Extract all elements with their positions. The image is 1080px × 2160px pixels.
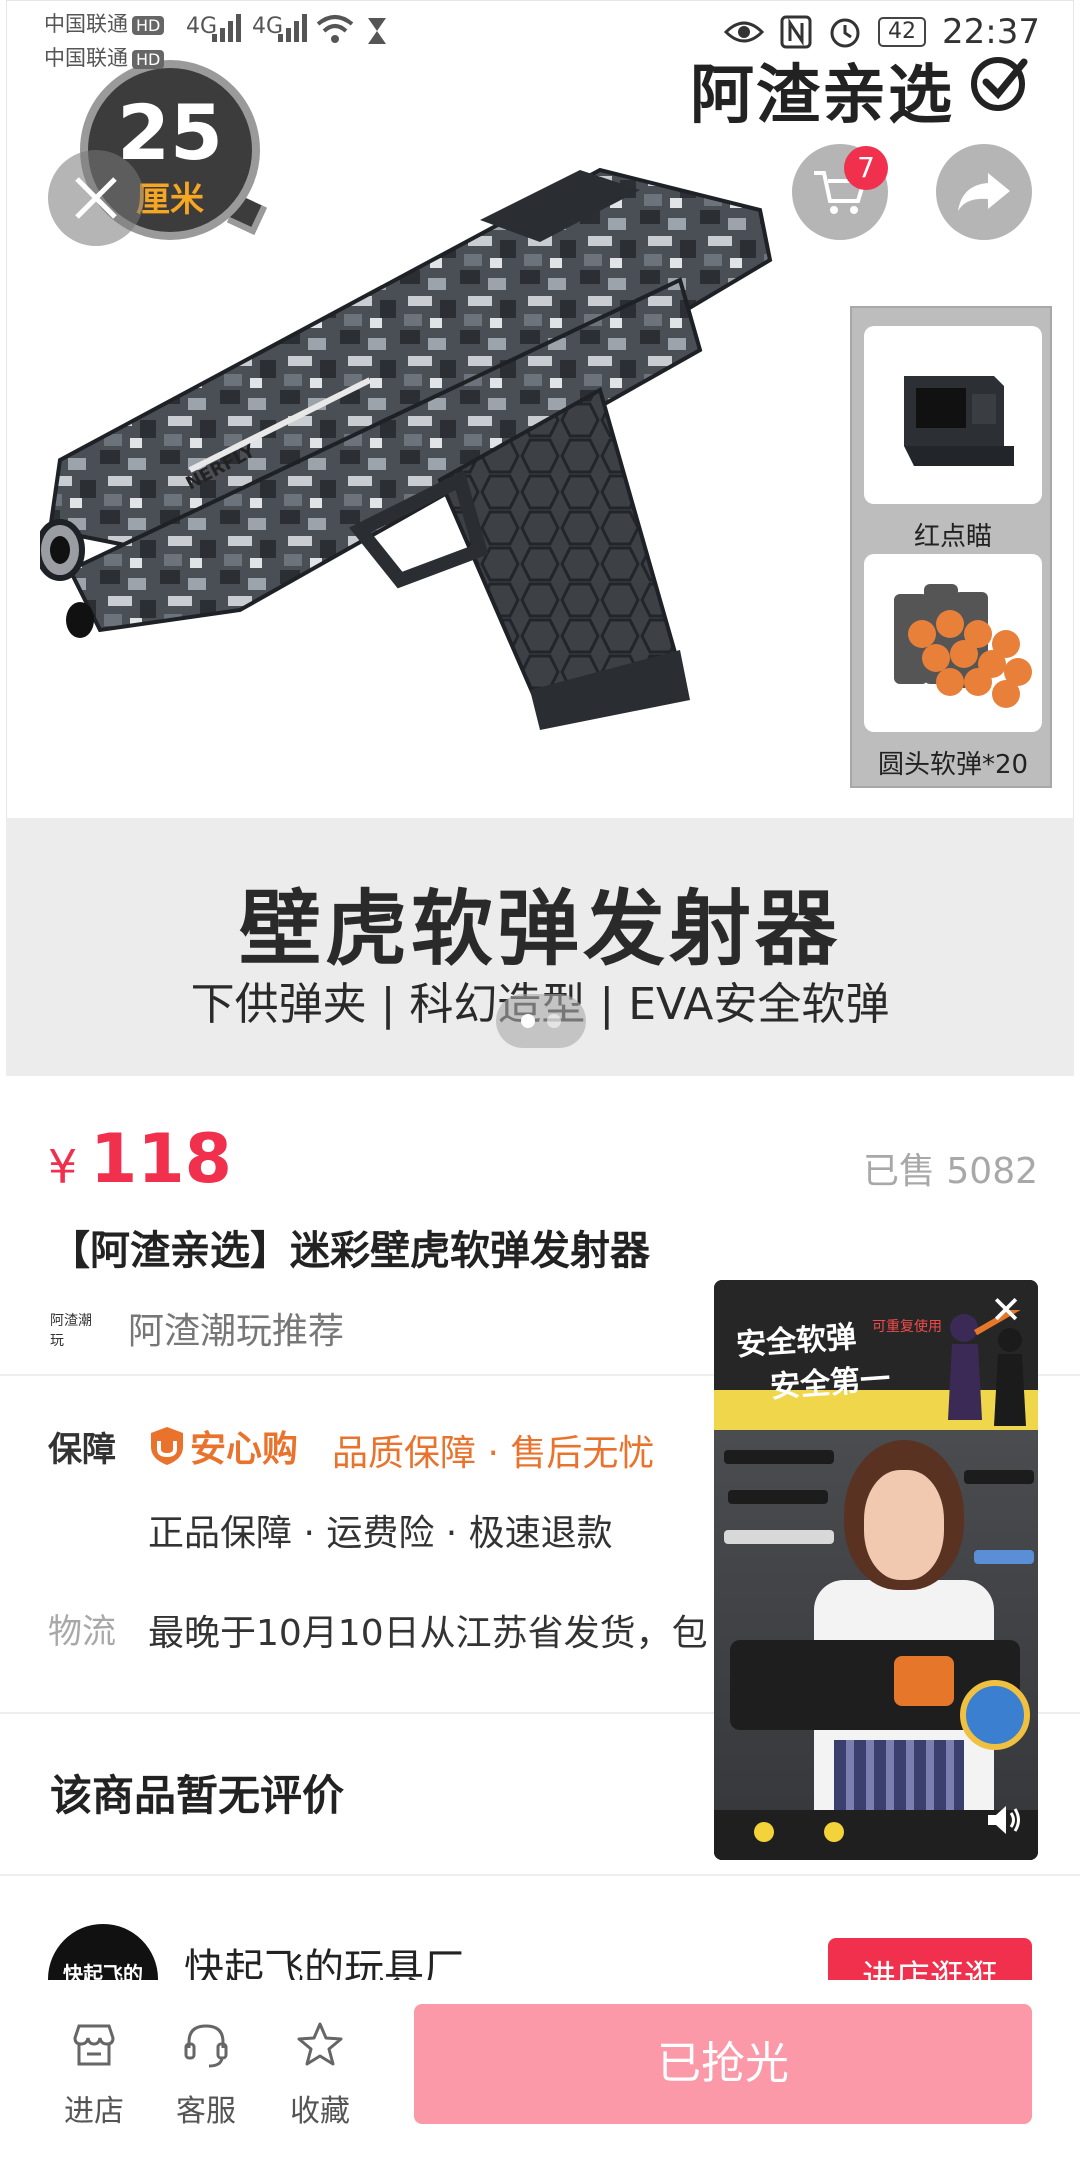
- foam-darts-icon: [894, 584, 1032, 708]
- shield-icon: [151, 1427, 183, 1465]
- accessory-foam-darts: [864, 554, 1042, 732]
- bottom-action-bar: 进店 客服 收藏 已抢光: [0, 1980, 1080, 2160]
- currency-symbol: ¥: [48, 1140, 78, 1194]
- video-headline-2: 安全第一: [769, 1361, 892, 1406]
- page-dot: [547, 1014, 561, 1028]
- sold-count: 已售 5082: [862, 1151, 1038, 1192]
- floating-video-player[interactable]: 安全软弹 安全第一 可重复使用 ✕: [714, 1280, 1038, 1860]
- carrier-2: 中国联通: [44, 46, 128, 70]
- nav-customer-service[interactable]: 客服: [156, 2020, 256, 2130]
- product-image-carousel[interactable]: 中国联通 HD 中国联通 HD 4G 4G 42 22:37 阿渣亲选 25 厘…: [0, 0, 1080, 1082]
- product-title: 【阿渣亲选】迷彩壁虎软弹发射器: [50, 1228, 650, 1274]
- hd-badge: HD: [132, 16, 165, 35]
- volume-button[interactable]: [982, 1804, 1026, 1848]
- close-icon: [75, 177, 117, 219]
- accessory-red-dot-sight: [864, 326, 1042, 504]
- cart-count-badge: 7: [844, 146, 888, 190]
- carousel-page-indicator: [496, 994, 586, 1048]
- alarm-icon: [830, 18, 860, 48]
- carrier-1: 中国联通: [44, 12, 128, 36]
- video-frame: [714, 1430, 1038, 1860]
- nav-favorite[interactable]: 收藏: [270, 2020, 370, 2130]
- headset-icon: [184, 2024, 228, 2068]
- nav-customer-service-label: 客服: [176, 2094, 236, 2129]
- shop-name[interactable]: 快起飞的玩具厂: [184, 1936, 464, 1980]
- anxingou-logo: 安心购: [148, 1420, 298, 1472]
- logistics-key: 物流: [48, 1612, 116, 1652]
- accessories-panel: 红点瞄 圆头软弹*20: [850, 306, 1052, 788]
- anxingou-text: 安心购: [190, 1429, 299, 1470]
- accessory-label: 圆头软弹*20: [877, 750, 1029, 780]
- shop-row[interactable]: 快起飞的 快起飞的玩具厂 进店逛逛: [0, 1880, 1080, 1980]
- nav-store-label: 进店: [64, 2094, 124, 2129]
- store-icon: [73, 2024, 115, 2066]
- wifi-icon: [316, 15, 354, 43]
- guarantee-slogan: 品质保障 · 售后无忧: [332, 1433, 655, 1474]
- logistics-value[interactable]: 最晚于10月10日从江苏省发货，包: [148, 1604, 708, 1656]
- divider: [0, 1874, 1080, 1876]
- signal-icon: [212, 14, 241, 42]
- shop-tagline[interactable]: 阿渣潮玩推荐: [128, 1302, 344, 1354]
- hourglass-icon: [368, 18, 386, 44]
- banner-title: 壁虎软弹发射器: [238, 882, 841, 977]
- enter-shop-button[interactable]: 进店逛逛: [828, 1938, 1032, 1980]
- accessory-label: 红点瞄: [913, 522, 992, 552]
- close-button[interactable]: [48, 150, 144, 246]
- video-close-button[interactable]: ✕: [986, 1290, 1026, 1330]
- nfc-icon: [780, 15, 812, 49]
- battery-indicator: 42: [878, 17, 927, 47]
- share-button[interactable]: [936, 144, 1032, 240]
- reviews-empty-text: 该商品暂无评价: [50, 1771, 345, 1820]
- red-dot-sight-icon: [904, 376, 1014, 466]
- nav-store[interactable]: 进店: [44, 2020, 144, 2130]
- shop-avatar[interactable]: 快起飞的: [48, 1924, 158, 1980]
- product-gun-image: NERFLY: [40, 167, 773, 730]
- star-icon: [297, 2022, 343, 2066]
- nav-favorite-label: 收藏: [290, 2094, 350, 2129]
- page-dot-active: [521, 1014, 535, 1028]
- guarantee-items[interactable]: 正品保障 · 运费险 · 极速退款: [148, 1504, 613, 1556]
- price-row: ¥ 118 已售 5082: [48, 1120, 1038, 1200]
- sold-out-button[interactable]: 已抢光: [414, 2004, 1032, 2124]
- hd-badge: HD: [132, 50, 165, 69]
- guarantee-key: 保障: [48, 1430, 116, 1470]
- eye-icon: [724, 21, 765, 43]
- shop-logo-small: 阿渣潮玩: [50, 1313, 92, 1349]
- video-small-note: 可重复使用: [872, 1319, 942, 1335]
- share-icon: [958, 173, 1010, 211]
- speaker-icon: [988, 1806, 1020, 1834]
- signal-icon: [278, 14, 307, 42]
- status-bar: 中国联通 HD 中国联通 HD 4G 4G 42 22:37: [0, 0, 1080, 80]
- person-face: [864, 1470, 944, 1580]
- clock: 22:37: [942, 12, 1040, 52]
- price: 118: [90, 1120, 232, 1199]
